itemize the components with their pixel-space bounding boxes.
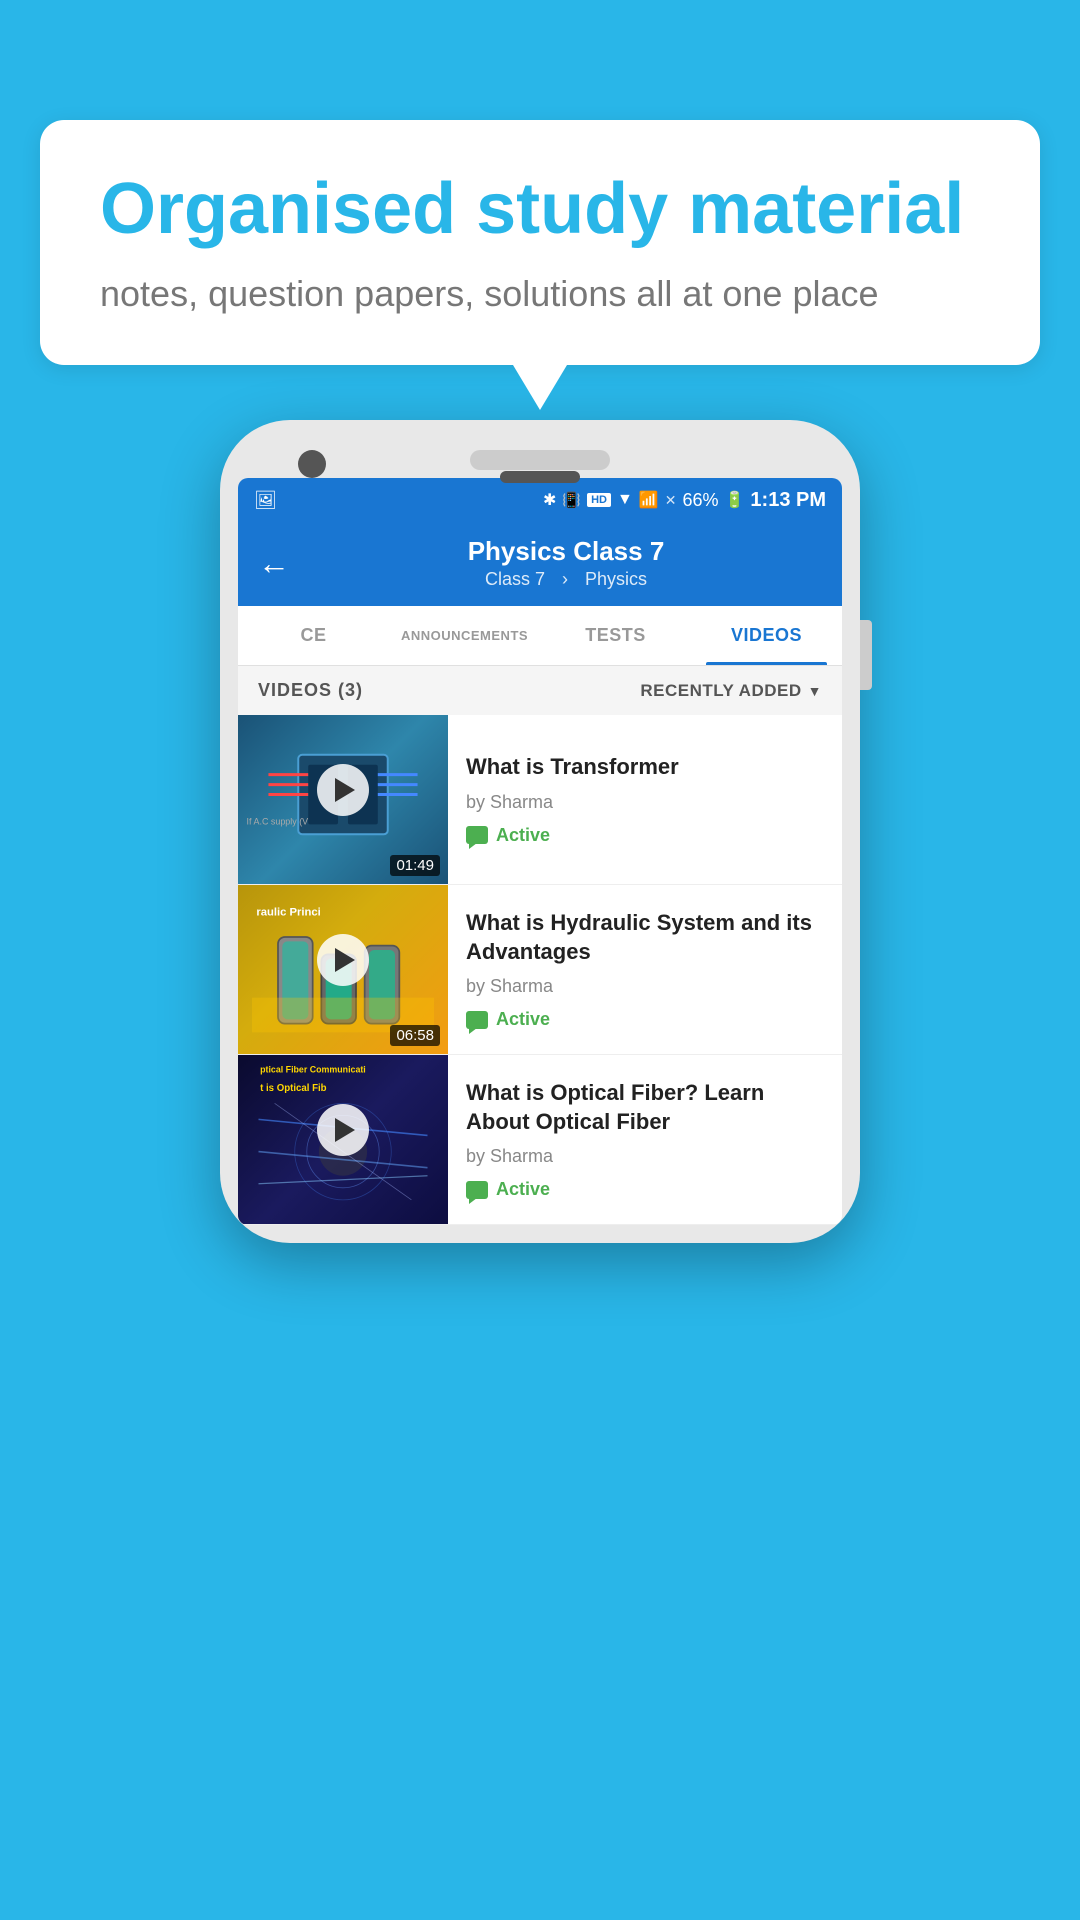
status-label-optical: Active xyxy=(496,1179,550,1200)
phone-side-button xyxy=(860,620,872,690)
video-author-transformer: by Sharma xyxy=(466,792,824,813)
svg-text:raulic Princi: raulic Princi xyxy=(256,906,320,918)
phone-speaker xyxy=(470,450,610,470)
sort-label: RECENTLY ADDED xyxy=(640,681,801,701)
play-button-optical[interactable] xyxy=(317,1104,369,1156)
video-title-optical: What is Optical Fiber? Learn About Optic… xyxy=(466,1079,824,1136)
phone-screen: 🖼 ✱ 📳 HD ▼ 📶 ✕ 66% 🔋 xyxy=(238,478,842,1225)
wifi-icon: ▼ xyxy=(617,491,633,509)
breadcrumb-sep: › xyxy=(562,569,568,589)
status-bar: 🖼 ✱ 📳 HD ▼ 📶 ✕ 66% 🔋 xyxy=(238,478,842,522)
tab-videos[interactable]: VIDEOS xyxy=(691,606,842,665)
no-sim-icon: ✕ xyxy=(665,492,677,509)
video-item-transformer[interactable]: If A.C supply (V 01:49 What is Transform… xyxy=(238,715,842,885)
speech-bubble: Organised study material notes, question… xyxy=(40,120,1040,365)
chat-icon-optical xyxy=(466,1181,488,1199)
status-left: 🖼 xyxy=(254,490,277,511)
hd-badge: HD xyxy=(587,493,611,507)
video-info-optical: What is Optical Fiber? Learn About Optic… xyxy=(448,1055,842,1224)
video-status-transformer: Active xyxy=(466,825,824,846)
breadcrumb-subject: Physics xyxy=(585,569,647,589)
play-icon xyxy=(335,1118,355,1142)
tab-announcements[interactable]: ANNOUNCEMENTS xyxy=(389,606,540,665)
phone-mockup: 🖼 ✱ 📳 HD ▼ 📶 ✕ 66% 🔋 xyxy=(220,420,860,1243)
top-navigation: ← Physics Class 7 Class 7 › Physics xyxy=(238,522,842,606)
battery-pct: 66% xyxy=(682,490,718,511)
phone-top-bar xyxy=(238,438,842,478)
tab-bar: CE ANNOUNCEMENTS TESTS VIDEOS xyxy=(238,606,842,666)
video-duration-hydraulic: 06:58 xyxy=(390,1025,440,1046)
status-right: ✱ 📳 HD ▼ 📶 ✕ 66% 🔋 1:13 PM xyxy=(543,489,826,512)
video-status-optical: Active xyxy=(466,1179,824,1200)
video-title-transformer: What is Transformer xyxy=(466,753,824,782)
play-button[interactable] xyxy=(317,764,369,816)
video-item-hydraulic[interactable]: raulic Princi 06:58 What is Hydraulic Sy… xyxy=(238,885,842,1055)
play-icon xyxy=(335,778,355,802)
back-button[interactable]: ← xyxy=(258,547,290,579)
video-author-hydraulic: by Sharma xyxy=(466,976,824,997)
status-label: Active xyxy=(496,825,550,846)
vibrate-icon: 📳 xyxy=(562,491,581,509)
speech-bubble-container: Organised study material notes, question… xyxy=(40,120,1040,365)
video-thumb-transformer: If A.C supply (V 01:49 xyxy=(238,715,448,884)
video-count: VIDEOS (3) xyxy=(258,680,363,701)
phone-camera xyxy=(298,450,326,478)
bluetooth-icon: ✱ xyxy=(543,490,556,510)
chat-icon xyxy=(466,826,488,844)
video-thumb-optical: ptical Fiber Communicati t is Optical Fi… xyxy=(238,1055,448,1224)
tab-ce[interactable]: CE xyxy=(238,606,389,665)
nav-title: Physics Class 7 xyxy=(310,536,822,567)
filter-bar: VIDEOS (3) RECENTLY ADDED ▼ xyxy=(238,666,842,715)
chat-icon-hydraulic xyxy=(466,1011,488,1029)
tab-tests[interactable]: TESTS xyxy=(540,606,691,665)
svg-text:If A.C supply (V: If A.C supply (V xyxy=(247,816,309,826)
status-label-hydraulic: Active xyxy=(496,1009,550,1030)
video-info-hydraulic: What is Hydraulic System and its Advanta… xyxy=(448,885,842,1054)
status-time: 1:13 PM xyxy=(750,489,826,512)
play-button-hydraulic[interactable] xyxy=(317,934,369,986)
breadcrumb-class: Class 7 xyxy=(485,569,545,589)
video-item-optical[interactable]: ptical Fiber Communicati t is Optical Fi… xyxy=(238,1055,842,1225)
bubble-title: Organised study material xyxy=(100,170,980,249)
video-status-hydraulic: Active xyxy=(466,1009,824,1030)
phone-home-button xyxy=(500,471,580,483)
video-duration: 01:49 xyxy=(390,855,440,876)
video-thumb-hydraulic: raulic Princi 06:58 xyxy=(238,885,448,1054)
bubble-subtitle: notes, question papers, solutions all at… xyxy=(100,269,980,319)
svg-text:ptical Fiber Communicati: ptical Fiber Communicati xyxy=(260,1065,366,1075)
video-list: If A.C supply (V 01:49 What is Transform… xyxy=(238,715,842,1225)
video-title-hydraulic: What is Hydraulic System and its Advanta… xyxy=(466,909,824,966)
nav-breadcrumb: Class 7 › Physics xyxy=(310,569,822,590)
signal-icon: 📶 xyxy=(639,490,659,510)
svg-text:t is Optical Fib: t is Optical Fib xyxy=(260,1083,327,1094)
chevron-down-icon: ▼ xyxy=(808,683,822,699)
notification-icon: 🖼 xyxy=(254,490,277,511)
video-info-transformer: What is Transformer by Sharma Active xyxy=(448,715,842,884)
battery-icon: 🔋 xyxy=(724,490,744,510)
video-author-optical: by Sharma xyxy=(466,1146,824,1167)
phone-outer: 🖼 ✱ 📳 HD ▼ 📶 ✕ 66% 🔋 xyxy=(220,420,860,1243)
nav-title-block: Physics Class 7 Class 7 › Physics xyxy=(310,536,822,590)
play-icon xyxy=(335,948,355,972)
sort-dropdown[interactable]: RECENTLY ADDED ▼ xyxy=(640,681,822,701)
